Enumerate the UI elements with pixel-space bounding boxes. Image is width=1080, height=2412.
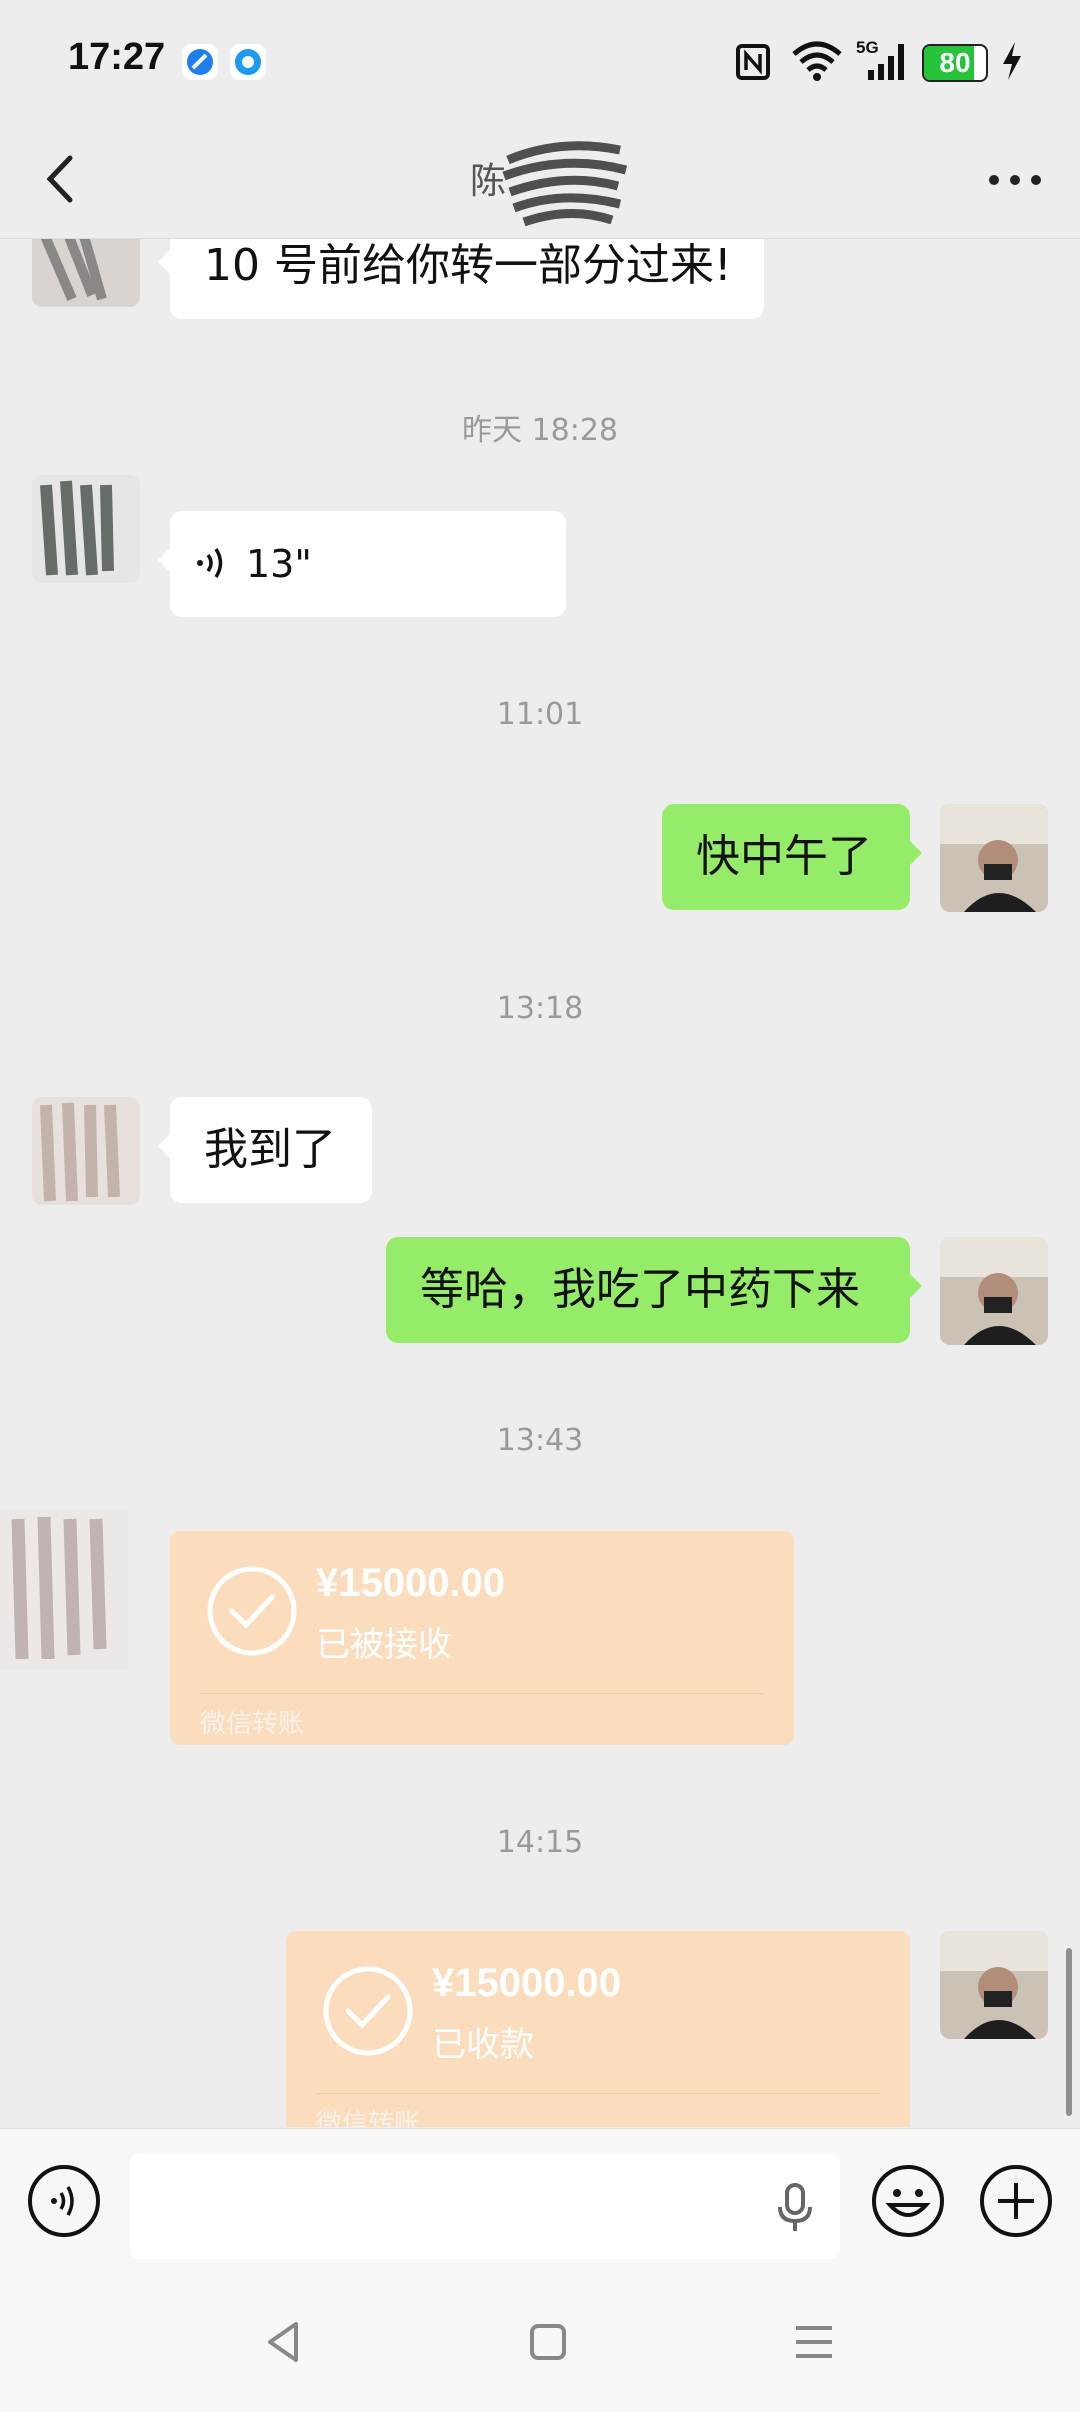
- my-avatar[interactable]: [940, 804, 1048, 912]
- transfer-status: 已收款: [432, 2025, 534, 2065]
- nfc-icon: [736, 44, 770, 80]
- timestamp: 14:15: [496, 1825, 584, 1860]
- contact-avatar[interactable]: [32, 239, 140, 307]
- battery-level: 80: [939, 47, 971, 78]
- message-text: 等哈，我吃了中药下来: [420, 1264, 860, 1315]
- transfer-status: 已被接收: [316, 1625, 452, 1665]
- voice-message[interactable]: 13": [158, 511, 566, 617]
- system-home-button[interactable]: [520, 2314, 576, 2370]
- charging-icon: [1003, 42, 1021, 80]
- message-bubble[interactable]: 我到了: [158, 1097, 372, 1203]
- divider: [200, 1693, 764, 1694]
- message-bubble[interactable]: 10 号前给你转一部分过来!: [158, 239, 764, 319]
- redaction-scribble: [502, 141, 628, 227]
- divider: [316, 2093, 880, 2094]
- my-avatar[interactable]: [940, 1237, 1048, 1345]
- chevron-left-icon: [46, 155, 73, 203]
- system-back-button[interactable]: [256, 2314, 312, 2370]
- contact-avatar[interactable]: [0, 1509, 128, 1669]
- contact-avatar[interactable]: [32, 1097, 140, 1205]
- status-time: 17:27: [68, 36, 166, 78]
- app-notification-icon: [182, 44, 218, 80]
- transfer-card[interactable]: ¥15000.00 已收款 微信转账: [286, 1931, 910, 2127]
- check-circle-icon: [323, 1966, 413, 2056]
- timestamp: 13:43: [496, 1423, 584, 1458]
- transfer-label: 微信转账: [200, 1709, 305, 1739]
- timestamp: 昨天 18:28: [462, 413, 618, 448]
- message-input[interactable]: [130, 2153, 840, 2259]
- triangle-back-icon: [268, 2322, 298, 2362]
- wifi-icon: [792, 41, 842, 81]
- voice-duration: 13": [246, 542, 312, 586]
- message-text: 10 号前给你转一部分过来!: [204, 240, 732, 291]
- more-button[interactable]: [980, 150, 1050, 210]
- message-bubble[interactable]: 快中午了: [662, 804, 922, 910]
- voice-icon: [197, 548, 223, 578]
- contact-avatar[interactable]: [32, 475, 140, 583]
- scrollbar[interactable]: [1066, 1948, 1072, 2116]
- status-bar: 17:27 5G 80: [0, 0, 1080, 120]
- message-bubble[interactable]: 等哈，我吃了中药下来: [386, 1237, 922, 1343]
- more-icon: [989, 175, 1041, 185]
- chat-header: 陈: [0, 120, 1080, 239]
- message-text: 快中午了: [696, 831, 872, 882]
- menu-lines-icon: [796, 2326, 832, 2358]
- check-circle-icon: [207, 1566, 297, 1656]
- plus-icon: [980, 2165, 1052, 2237]
- emoji-icon: [872, 2165, 944, 2237]
- transfer-card[interactable]: ¥15000.00 已被接收 微信转账: [170, 1531, 794, 1745]
- message-list[interactable]: 10 号前给你转一部分过来! 昨天 18:28 13" 11:01 快中午了 1…: [0, 239, 1080, 2127]
- system-navigation-bar: [0, 2274, 1080, 2412]
- input-bar: [0, 2128, 1080, 2275]
- voice-icon: [28, 2165, 100, 2237]
- battery-indicator: 80: [922, 44, 988, 82]
- voice-toggle-button[interactable]: [26, 2163, 102, 2239]
- my-avatar[interactable]: [940, 1931, 1048, 2039]
- signal-icon: [868, 44, 904, 80]
- timestamp: 13:18: [496, 991, 584, 1026]
- square-home-icon: [530, 2324, 566, 2360]
- transfer-amount: ¥15000.00: [432, 1961, 622, 2005]
- transfer-amount: ¥15000.00: [316, 1561, 506, 1605]
- app-notification-icon: [230, 44, 266, 80]
- system-menu-button[interactable]: [786, 2314, 842, 2370]
- message-text: 我到了: [204, 1124, 336, 1175]
- microphone-icon[interactable]: [770, 2181, 820, 2233]
- back-button[interactable]: [36, 146, 96, 212]
- timestamp: 11:01: [496, 697, 584, 732]
- plus-button[interactable]: [978, 2163, 1054, 2239]
- emoji-button[interactable]: [870, 2163, 946, 2239]
- transfer-label: 微信转账: [316, 2109, 421, 2127]
